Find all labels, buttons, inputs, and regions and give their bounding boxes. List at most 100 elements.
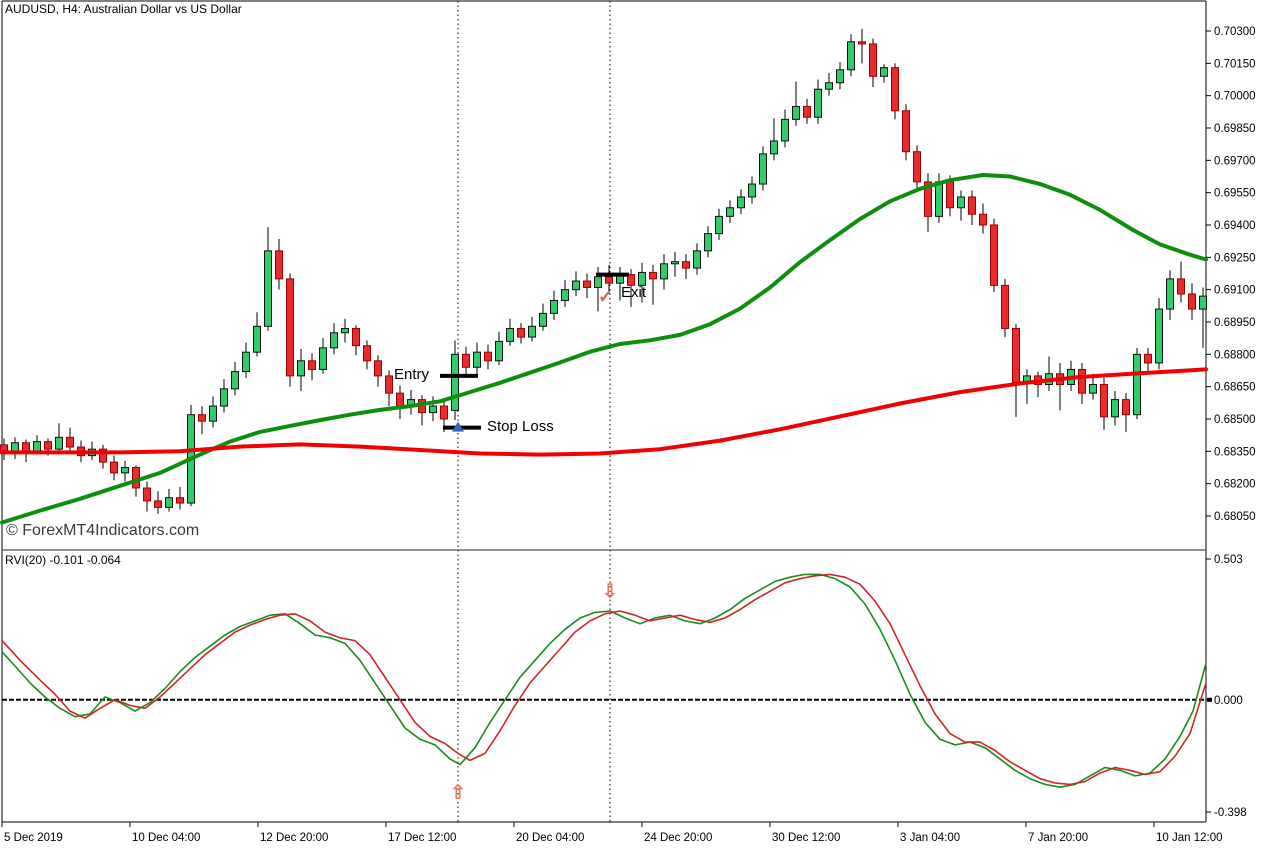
time-axis-label: 10 Jan 12:00 (1156, 832, 1223, 844)
price-axis-label: 0.69400 (1214, 220, 1256, 232)
candle-bull (430, 406, 437, 412)
price-axis-label: 0.68050 (1214, 511, 1256, 523)
price-axis-label: 0.68200 (1214, 479, 1256, 491)
candle-bull (529, 326, 536, 337)
candle-bear (199, 415, 206, 421)
candle-bull (562, 290, 569, 301)
candle-bear (309, 361, 316, 370)
candle-bear (485, 352, 492, 361)
candle-bull (452, 354, 459, 410)
candle-bull (254, 326, 261, 352)
candle-bear (276, 251, 283, 279)
candle-bull (573, 281, 580, 290)
rvi-axis-label: 0.503 (1214, 554, 1243, 566)
candle-bear (683, 262, 690, 268)
candle-bear (144, 488, 151, 501)
candle-bull (331, 333, 338, 348)
candle-bear (1145, 354, 1152, 363)
time-axis-label: 3 Jan 04:00 (900, 832, 960, 844)
candle-bull (221, 389, 228, 406)
price-axis-label: 0.70000 (1214, 91, 1256, 103)
candle-bear (133, 467, 140, 487)
indicator-label: RVI(20) -0.101 -0.064 (5, 554, 121, 567)
time-axis-label: 7 Jan 20:00 (1028, 832, 1088, 844)
candle-bull (474, 352, 481, 367)
price-axis-label: 0.70150 (1214, 58, 1256, 70)
candle-bear (45, 442, 52, 450)
stop-loss-label[interactable]: Stop Loss (487, 419, 554, 436)
candle-bear (177, 498, 184, 503)
price-axis-label: 0.68950 (1214, 317, 1256, 329)
price-axis-label: 0.68500 (1214, 414, 1256, 426)
candle-bull (848, 42, 855, 70)
time-axis-label: 24 Dec 20:00 (644, 832, 712, 844)
candle-bear (397, 393, 404, 406)
time-axis-label: 12 Dec 20:00 (260, 832, 328, 844)
candle-bull (716, 216, 723, 233)
candle-bear (463, 354, 470, 367)
candle-bull (1167, 279, 1174, 309)
candle-bear (584, 281, 591, 287)
candle-bear (111, 462, 118, 473)
candle-bull (881, 68, 888, 77)
candle-bear (947, 182, 954, 208)
candle-bull (298, 361, 305, 376)
exit-label[interactable]: Exit (621, 285, 646, 302)
candle-bull (749, 184, 756, 197)
ma-fast-line (2, 175, 1206, 523)
candle-bear (1101, 385, 1108, 417)
exit-check-icon: ✓ (598, 287, 613, 307)
candle-bear (870, 44, 877, 76)
candle-bear (375, 361, 382, 376)
candle-bull (56, 437, 63, 449)
ma-slow-line (2, 369, 1206, 454)
candle-bear (1013, 328, 1020, 382)
candle-bear (386, 376, 393, 393)
rvi-axis-label: -0.398 (1214, 807, 1247, 819)
candle-bear (1178, 279, 1185, 294)
candle-bull (705, 234, 712, 251)
entry-label[interactable]: Entry (394, 367, 429, 384)
candle-bull (760, 154, 767, 184)
candle-bear (903, 111, 910, 152)
candle-bull (232, 372, 239, 389)
candle-bull (496, 341, 503, 360)
candle-bull (243, 352, 250, 371)
candle-bear (914, 152, 921, 182)
rvi-up-arrow-icon: ⇧ (450, 782, 466, 803)
candle-bull (837, 70, 844, 83)
price-axis-label: 0.69850 (1214, 123, 1256, 135)
price-axis-label: 0.68650 (1214, 382, 1256, 394)
price-axis-label: 0.70300 (1214, 26, 1256, 38)
candle-bear (892, 68, 899, 111)
candle-bull (265, 251, 272, 326)
candle-bear (23, 443, 30, 452)
candle-bull (826, 83, 833, 89)
candle-bear (804, 106, 811, 117)
price-axis-label: 0.69250 (1214, 252, 1256, 264)
chart-canvas[interactable]: 0.703000.701500.700000.698500.697000.695… (0, 0, 1276, 848)
time-axis-label: 17 Dec 12:00 (388, 832, 456, 844)
candle-bull (672, 262, 679, 264)
price-axis-label: 0.69550 (1214, 188, 1256, 200)
watermark-text: © ForexMT4Indicators.com (6, 522, 199, 540)
price-axis-label: 0.68350 (1214, 446, 1256, 458)
candle-bear (67, 437, 74, 447)
candle-bear (287, 279, 294, 376)
candle-bull (540, 313, 547, 326)
candle-bull (793, 106, 800, 119)
candle-bull (936, 182, 943, 216)
candle-bear (980, 214, 987, 225)
candle-bear (353, 328, 360, 345)
candle-bear (859, 42, 866, 44)
rvi-axis-label: 0.000 (1214, 695, 1243, 707)
candle-bull (1134, 354, 1141, 414)
candle-bull (551, 300, 558, 313)
candle-bear (1189, 294, 1196, 309)
candle-bull (694, 251, 701, 268)
candle-bull (738, 197, 745, 208)
time-axis-label: 20 Dec 04:00 (516, 832, 584, 844)
candle-bear (441, 406, 448, 419)
candle-bear (1002, 285, 1009, 328)
candle-bull (771, 141, 778, 154)
